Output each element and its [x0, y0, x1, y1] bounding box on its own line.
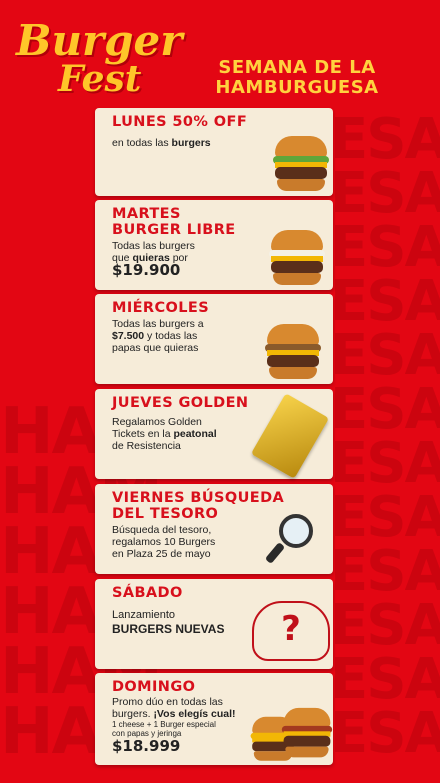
- day-card-miercoles: MIÉRCOLES Todas las burgers a $7.500 y t…: [95, 294, 333, 384]
- bg-word: ESA: [330, 701, 440, 766]
- day-title: LUNES 50% OFF: [112, 114, 248, 130]
- text: en Plaza 25 de mayo: [112, 548, 211, 560]
- text: Promo dúo en todas las: [112, 696, 223, 708]
- day-card-domingo: DOMINGO Promo dúo en todas las burgers. …: [95, 673, 333, 765]
- day-card-martes: MARTES BURGER LIBRE Todas las burgers qu…: [95, 200, 333, 290]
- question-mark: ?: [281, 609, 301, 649]
- bold-text: $7.500: [112, 330, 145, 342]
- text: Todas las burgers a: [112, 318, 204, 330]
- burger-fest-logo: Burger Fest: [14, 16, 182, 111]
- text: Todas las burgers: [112, 240, 195, 252]
- bold-text: peatonal: [173, 428, 217, 440]
- day-description: Lanzamiento BURGERS NUEVAS: [112, 609, 224, 635]
- day-description: Todas las burgers que quieras por $19.90…: [112, 240, 195, 279]
- day-card-jueves: JUEVES GOLDEN Regalamos Golden Tickets e…: [95, 389, 333, 479]
- text: Tickets en la: [112, 428, 174, 440]
- day-description: Búsqueda del tesoro, regalamos 10 Burger…: [112, 524, 215, 560]
- burger-image: [271, 136, 331, 194]
- day-title: SÁBADO: [112, 585, 183, 601]
- day-title-line: MARTES: [112, 206, 181, 222]
- text: Búsqueda del tesoro,: [112, 524, 212, 536]
- text: Lanzamiento: [112, 609, 175, 621]
- day-title: MIÉRCOLES: [112, 300, 210, 316]
- day-description: Todas las burgers a $7.500 y todas las p…: [112, 318, 204, 354]
- text: burgers.: [112, 708, 154, 720]
- day-card-sabado: SÁBADO Lanzamiento BURGERS NUEVAS ?: [95, 579, 333, 669]
- text: papas que quieras: [112, 342, 199, 354]
- burger-image: [267, 230, 327, 288]
- text: regalamos 10 Burgers: [112, 536, 216, 548]
- day-title: DOMINGO: [112, 679, 196, 695]
- text: y todas las: [144, 330, 198, 342]
- logo-word-fest: Fest: [58, 58, 142, 100]
- day-card-lunes: LUNES 50% OFF en todas las burgers: [95, 108, 333, 196]
- day-title-line: VIERNES BÚSQUEDA: [112, 490, 285, 506]
- price: $19.900: [112, 261, 181, 279]
- bold-text: BURGERS NUEVAS: [112, 622, 225, 636]
- bold-text: burgers: [171, 137, 211, 149]
- small-text: 1 cheese + 1 Burger especial: [112, 720, 216, 729]
- title-line-2: HAMBURGUESA: [215, 77, 379, 98]
- day-card-viernes: VIERNES BÚSQUEDA DEL TESORO Búsqueda del…: [95, 484, 333, 574]
- text: Regalamos Golden: [112, 416, 202, 428]
- magnifier-icon: [264, 514, 313, 566]
- day-description: Regalamos Golden Tickets en la peatonal …: [112, 416, 217, 452]
- text: de Resistencia: [112, 440, 181, 452]
- price: $18.999: [112, 737, 181, 755]
- bold-text: ¡Vos elegís cual!: [153, 708, 236, 720]
- page-title: SEMANA DE LA HAMBURGUESA: [182, 58, 412, 98]
- burger-image: [263, 324, 323, 382]
- day-description: en todas las burgers: [112, 137, 211, 149]
- text: en todas las: [112, 137, 172, 149]
- day-description: Promo dúo en todas las burgers. ¡Vos ele…: [112, 696, 236, 755]
- burger-image: [280, 707, 334, 760]
- title-line-1: SEMANA DE LA: [218, 57, 376, 78]
- mystery-burger-icon: ?: [252, 601, 330, 661]
